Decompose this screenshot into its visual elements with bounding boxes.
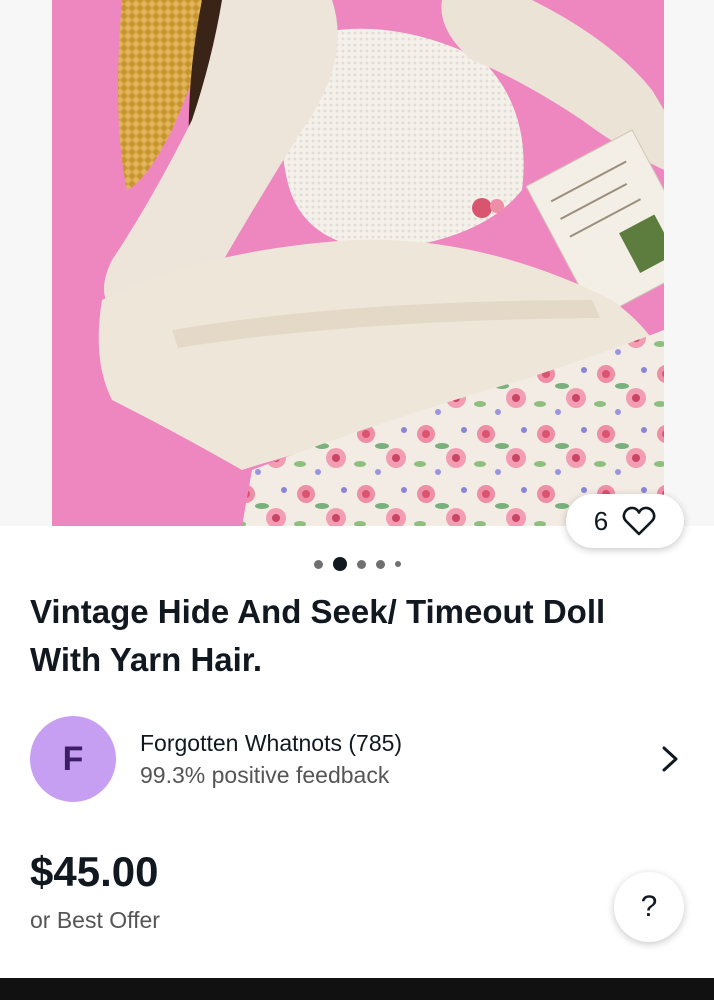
pagination-dot: [375, 559, 385, 569]
seller-name: Forgotten Whatnots (785): [140, 730, 403, 756]
seller-info: Forgotten Whatnots (785) 99.3% positive …: [140, 727, 660, 791]
watch-button[interactable]: 6: [566, 494, 684, 548]
pagination-dot: [356, 559, 366, 569]
seller-feedback: 99.3% positive feedback: [140, 762, 390, 788]
pagination-dot: [394, 561, 401, 567]
bottom-bar: [0, 978, 714, 1000]
watch-count: 6: [593, 505, 609, 536]
listing-photo[interactable]: [52, 0, 664, 526]
seller-avatar: F: [30, 716, 116, 802]
heart-outline-icon: [622, 506, 656, 536]
best-offer-label: or Best Offer: [30, 907, 160, 933]
seller-card[interactable]: F Forgotten Whatnots (785) 99.3% positiv…: [30, 716, 690, 802]
chevron-right-icon[interactable]: [660, 745, 680, 773]
pagination-dot: [313, 559, 323, 569]
listing-title: Vintage Hide And Seek/ Timeout Doll With…: [30, 593, 606, 678]
pagination-dot-active: [332, 557, 347, 571]
doll-photo-illustration: [52, 0, 664, 526]
help-button[interactable]: ?: [614, 872, 684, 942]
image-gallery[interactable]: 6: [0, 0, 714, 548]
price: $45.00: [30, 848, 159, 895]
image-pagination-dots: [0, 554, 714, 574]
